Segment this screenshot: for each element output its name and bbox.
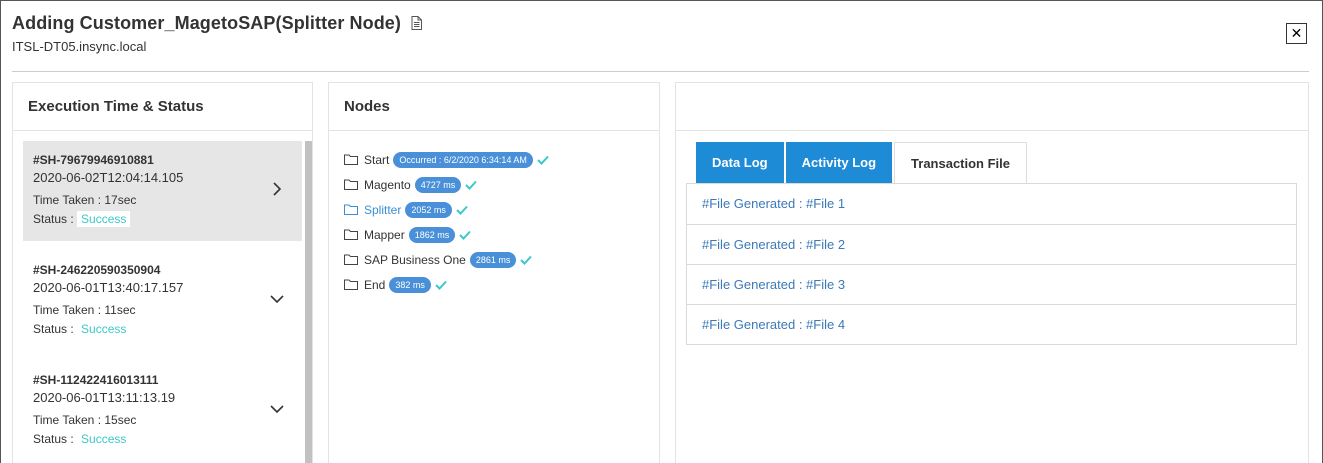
- folder-icon: [344, 279, 358, 290]
- node-magento[interactable]: Magento 4727 ms: [344, 172, 549, 197]
- check-icon: [465, 180, 477, 190]
- host-name: ITSL-DT05.insync.local: [12, 39, 147, 54]
- node-end[interactable]: End 382 ms: [344, 272, 549, 297]
- execution-panel-title: Execution Time & Status: [13, 83, 312, 131]
- node-badge: 2861 ms: [469, 251, 517, 268]
- node-mapper[interactable]: Mapper 1862 ms: [344, 222, 549, 247]
- status-badge: Success: [77, 211, 131, 227]
- folder-icon: [344, 154, 358, 165]
- node-start[interactable]: Start Occurred : 6/2/2020 6:34:14 AM: [344, 147, 549, 172]
- chevron-down-icon[interactable]: [269, 401, 285, 417]
- folder-icon: [344, 179, 358, 190]
- document-icon[interactable]: [411, 16, 422, 30]
- file-link[interactable]: #File Generated : #File 2: [687, 224, 1296, 264]
- status-label: Status :: [33, 322, 78, 336]
- node-label: Start: [364, 152, 390, 167]
- time-taken: Time Taken : 17sec: [33, 189, 302, 209]
- tab-activity-log[interactable]: Activity Log: [785, 142, 893, 183]
- scrollbar[interactable]: [305, 141, 312, 463]
- status-label: Status :: [33, 212, 78, 226]
- status-label: Status :: [33, 432, 78, 446]
- tab-data-log[interactable]: Data Log: [696, 142, 784, 183]
- execution-item[interactable]: #SH-79679946910881 2020-06-02T12:04:14.1…: [23, 141, 302, 241]
- check-icon: [459, 230, 471, 240]
- time-taken: Time Taken : 11sec: [33, 299, 302, 319]
- time-taken-value: 11sec: [104, 303, 136, 317]
- time-taken-value: 17sec: [104, 193, 137, 207]
- nodes-panel-title: Nodes: [329, 83, 659, 131]
- log-panel: Data Log Activity Log Transaction File #…: [675, 82, 1309, 463]
- status: Status : Success: [33, 209, 302, 229]
- node-badge: 4727 ms: [414, 176, 462, 193]
- node-label: Magento: [364, 177, 411, 192]
- check-icon: [537, 155, 549, 165]
- file-link[interactable]: #File Generated : #File 1: [687, 184, 1296, 224]
- chevron-down-icon[interactable]: [269, 291, 285, 307]
- time-taken-label: Time Taken :: [33, 303, 105, 317]
- execution-id: #SH-79679946910881: [33, 153, 154, 167]
- node-badge: 382 ms: [389, 276, 431, 293]
- execution-item[interactable]: #SH-246220590350904 2020-06-01T13:40:17.…: [23, 251, 302, 351]
- execution-date: 2020-06-01T13:11:13.19: [33, 390, 176, 405]
- execution-date: 2020-06-01T13:40:17.157: [33, 280, 184, 295]
- folder-icon: [344, 204, 358, 215]
- time-taken-label: Time Taken :: [33, 413, 105, 427]
- check-icon: [456, 205, 468, 215]
- node-badge: 2052 ms: [405, 201, 452, 218]
- execution-id: #SH-246220590350904: [33, 263, 161, 277]
- file-link[interactable]: #File Generated : #File 4: [687, 304, 1296, 344]
- node-splitter[interactable]: Splitter 2052 ms: [344, 197, 549, 222]
- check-icon: [435, 280, 447, 290]
- status: Status : Success: [33, 319, 302, 339]
- node-badge: Occurred : 6/2/2020 6:34:14 AM: [393, 151, 533, 168]
- time-taken-value: 15sec: [104, 413, 137, 427]
- execution-item[interactable]: #SH-112422416013111 2020-06-01T13:11:13.…: [23, 361, 302, 461]
- file-link[interactable]: #File Generated : #File 3: [687, 264, 1296, 304]
- transaction-file-list: #File Generated : #File 1 #File Generate…: [686, 183, 1297, 345]
- execution-list: #SH-79679946910881 2020-06-02T12:04:14.1…: [23, 141, 312, 463]
- node-label: Mapper: [364, 227, 405, 242]
- modal-frame: Adding Customer_MagetoSAP(Splitter Node)…: [0, 0, 1323, 463]
- time-taken: Time Taken : 15sec: [33, 409, 302, 429]
- node-label: SAP Business One: [364, 252, 466, 267]
- status: Status : Success: [33, 429, 302, 449]
- log-tabs: Data Log Activity Log Transaction File: [696, 142, 1029, 184]
- node-badge: 1862 ms: [408, 226, 456, 243]
- node-label[interactable]: Splitter: [364, 203, 401, 217]
- node-sap-business-one[interactable]: SAP Business One 2861 ms: [344, 247, 549, 272]
- check-icon: [520, 255, 533, 265]
- status-badge: Success: [81, 322, 127, 336]
- modal-title: Adding Customer_MagetoSAP(Splitter Node): [12, 13, 402, 33]
- node-label: End: [364, 277, 386, 292]
- header-divider: [12, 71, 1309, 72]
- execution-date: 2020-06-02T12:04:14.105: [33, 170, 184, 185]
- folder-icon: [344, 254, 358, 265]
- status-badge: Success: [81, 432, 127, 446]
- time-taken-label: Time Taken :: [33, 193, 105, 207]
- node-list: Start Occurred : 6/2/2020 6:34:14 AM Mag…: [344, 147, 549, 297]
- execution-panel: Execution Time & Status #SH-796799469108…: [12, 82, 313, 463]
- nodes-panel: Nodes Start Occurred : 6/2/2020 6:34:14 …: [328, 82, 660, 463]
- tab-transaction-file[interactable]: Transaction File: [894, 142, 1028, 184]
- folder-icon: [344, 229, 358, 240]
- close-button[interactable]: ✕: [1286, 23, 1307, 44]
- chevron-right-icon[interactable]: [269, 181, 285, 197]
- execution-id: #SH-112422416013111: [33, 373, 159, 387]
- log-panel-header: [676, 83, 1308, 131]
